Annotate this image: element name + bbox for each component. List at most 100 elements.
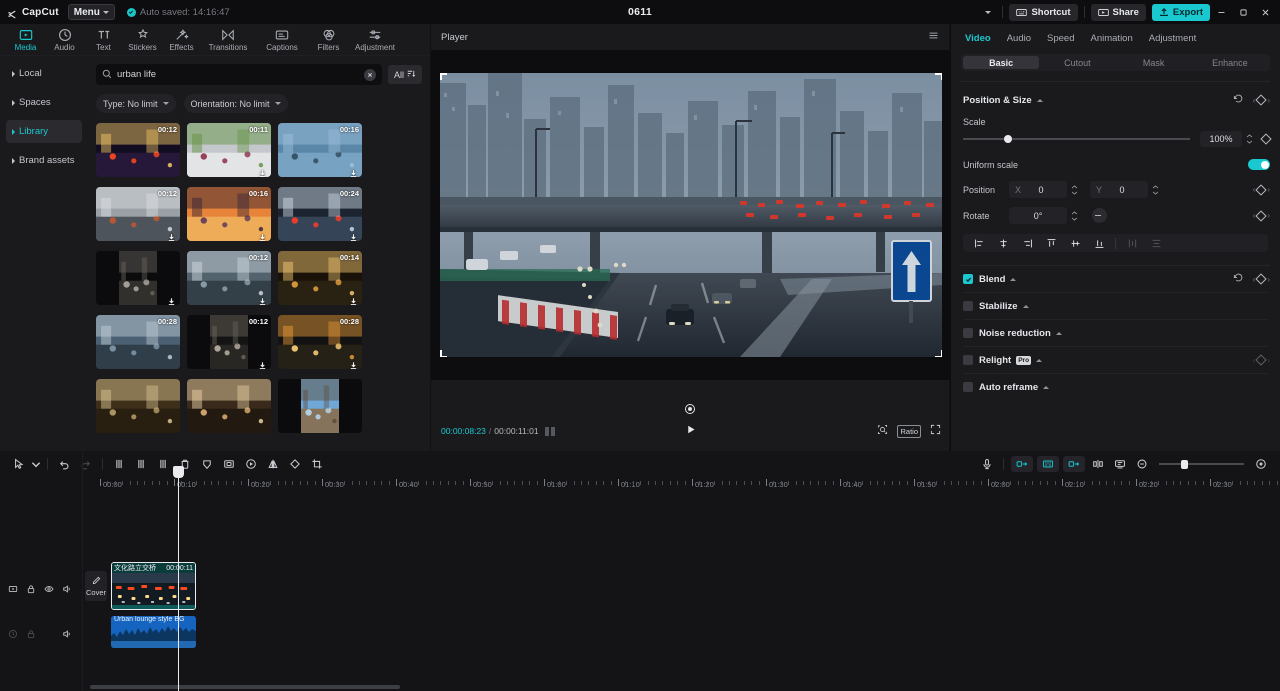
subtab-basic[interactable]: Basic: [963, 56, 1040, 69]
crop-icon[interactable]: [306, 453, 328, 475]
scale-value[interactable]: 100%: [1200, 131, 1242, 147]
rotate-icon[interactable]: [284, 453, 306, 475]
tab-video[interactable]: Video: [965, 33, 991, 44]
align-right-icon[interactable]: [1015, 234, 1039, 252]
player-menu-icon[interactable]: [928, 28, 939, 46]
scale-slider[interactable]: [963, 134, 1190, 144]
playhead-handle[interactable]: [173, 466, 184, 478]
split-marker-icon[interactable]: [1087, 453, 1109, 475]
subtab-cutout[interactable]: Cutout: [1039, 56, 1115, 69]
reset-view-icon[interactable]: [684, 402, 696, 420]
media-grid-item[interactable]: 00:12: [96, 187, 180, 241]
download-icon[interactable]: [349, 293, 358, 305]
align-bottom-icon[interactable]: [1087, 234, 1111, 252]
noise-reduction-checkbox[interactable]: [963, 328, 973, 338]
timeline-scrollbar[interactable]: [90, 685, 1270, 689]
timeline-video-clip[interactable]: 文化路立交桥 00:00:11: [111, 562, 196, 610]
section-stabilize[interactable]: Stabilize: [951, 293, 1280, 319]
subtab-enhance[interactable]: Enhance: [1192, 56, 1268, 69]
tab-adjustment-props[interactable]: Adjustment: [1149, 33, 1197, 44]
auto-caption-icon[interactable]: [1063, 456, 1085, 472]
audio-track-mute-icon[interactable]: [62, 626, 72, 644]
media-grid-item[interactable]: 00:28: [96, 315, 180, 369]
track-visibility-icon[interactable]: [44, 581, 54, 599]
align-middle-vertical-icon[interactable]: [1063, 234, 1087, 252]
rotate-keyframe-control[interactable]: ‹ ›: [1253, 209, 1270, 222]
tab-stickers[interactable]: Stickers: [123, 24, 162, 56]
play-button[interactable]: [686, 422, 697, 440]
tab-text[interactable]: Text: [84, 24, 123, 56]
tab-audio-props[interactable]: Audio: [1007, 33, 1031, 44]
section-blend[interactable]: Blend ‹ ›: [951, 266, 1280, 292]
media-grid-item[interactable]: [96, 379, 180, 433]
media-grid-item[interactable]: 00:14: [278, 251, 362, 305]
download-icon[interactable]: [167, 293, 176, 305]
smart-edit-icon[interactable]: [1037, 456, 1059, 472]
tab-filters[interactable]: Filters: [309, 24, 348, 56]
media-grid-item[interactable]: [278, 379, 362, 433]
position-keyframe-control[interactable]: ‹ ›: [1253, 183, 1270, 196]
speed-icon[interactable]: [240, 453, 262, 475]
ratio-button[interactable]: Ratio: [897, 424, 921, 438]
undo-icon[interactable]: [53, 453, 75, 475]
relight-checkbox[interactable]: [963, 355, 973, 365]
timeline-zoom-slider[interactable]: [1159, 459, 1244, 469]
media-grid-item[interactable]: 00:12: [96, 123, 180, 177]
scale-keyframe-control[interactable]: [1260, 133, 1272, 145]
align-center-horizontal-icon[interactable]: [991, 234, 1015, 252]
media-grid-item[interactable]: 00:16: [187, 187, 271, 241]
rotate-stepper[interactable]: [1069, 208, 1080, 224]
timeline-audio-clip[interactable]: Urban lounge style BG: [111, 616, 196, 648]
orientation-filter[interactable]: Orientation: No limit: [183, 94, 288, 113]
keyframe-next-icon[interactable]: ›: [1267, 275, 1270, 284]
media-grid-item[interactable]: 00:28: [278, 315, 362, 369]
relight-keyframe-control[interactable]: ‹ ›: [1253, 354, 1270, 366]
sidebar-item-spaces[interactable]: Spaces: [6, 91, 82, 114]
download-icon[interactable]: [349, 165, 358, 177]
download-icon[interactable]: [258, 165, 267, 177]
keyframe-icon[interactable]: [1255, 209, 1267, 222]
reset-icon[interactable]: [1233, 270, 1244, 288]
blend-keyframe-control[interactable]: ‹ ›: [1253, 273, 1270, 285]
fullscreen-icon[interactable]: [930, 422, 941, 440]
media-grid-item[interactable]: 00:16: [278, 123, 362, 177]
media-grid-item[interactable]: 00:12: [187, 315, 271, 369]
clear-search-icon[interactable]: [363, 68, 376, 81]
mirror-icon[interactable]: [262, 453, 284, 475]
freeze-frame-icon[interactable]: [218, 453, 240, 475]
zoom-out-icon[interactable]: [1131, 453, 1153, 475]
download-icon[interactable]: [349, 357, 358, 369]
track-lock-icon[interactable]: [26, 581, 36, 599]
keyframe-icon[interactable]: [1255, 354, 1267, 366]
split-icon[interactable]: [108, 453, 130, 475]
magnifier-icon[interactable]: [877, 422, 888, 440]
select-tool-dropdown-icon[interactable]: [30, 453, 42, 475]
section-auto-reframe[interactable]: Auto reframe: [951, 374, 1280, 400]
auto-reframe-checkbox[interactable]: [963, 382, 973, 392]
trim-right-icon[interactable]: [152, 453, 174, 475]
stabilize-checkbox[interactable]: [963, 301, 973, 311]
keyframe-control[interactable]: ‹ ›: [1253, 94, 1270, 106]
media-grid-item[interactable]: [187, 379, 271, 433]
position-y-stepper[interactable]: [1150, 182, 1161, 198]
tab-adjustment[interactable]: Adjustment: [348, 24, 402, 56]
record-voiceover-icon[interactable]: [976, 453, 998, 475]
mirror-flip-icon[interactable]: [196, 453, 218, 475]
cover-button[interactable]: Cover: [85, 571, 107, 601]
subtab-mask[interactable]: Mask: [1116, 56, 1192, 69]
media-grid-item[interactable]: 00:12: [187, 251, 271, 305]
position-y-field[interactable]: Y 0: [1090, 181, 1148, 198]
keyframe-next-icon[interactable]: ›: [1267, 185, 1270, 194]
rotate-dial[interactable]: [1092, 208, 1107, 223]
position-size-header[interactable]: Position & Size ‹ ›: [951, 82, 1280, 109]
section-noise-reduction[interactable]: Noise reduction: [951, 320, 1280, 346]
download-icon[interactable]: [258, 229, 267, 241]
zoom-fit-icon[interactable]: [1250, 453, 1272, 475]
timeline-playhead[interactable]: [173, 466, 184, 691]
distribute-horizontal-icon[interactable]: [1120, 234, 1144, 252]
slider-knob[interactable]: [1003, 134, 1012, 143]
position-x-field[interactable]: X 0: [1009, 181, 1067, 198]
align-top-icon[interactable]: [1039, 234, 1063, 252]
tab-speed[interactable]: Speed: [1047, 33, 1074, 44]
sidebar-item-brand-assets[interactable]: Brand assets: [6, 149, 82, 172]
